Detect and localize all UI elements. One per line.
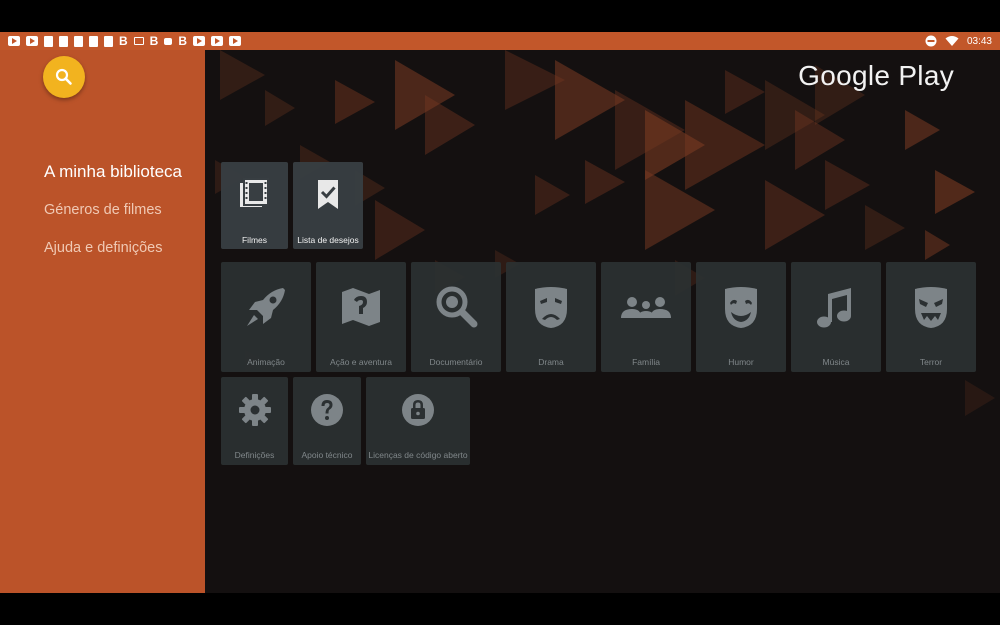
tile-label: Definições xyxy=(234,450,275,460)
genre-tile-horror[interactable]: Terror xyxy=(886,262,976,372)
happy-mask-icon xyxy=(725,287,757,328)
rocket-icon xyxy=(247,288,285,326)
genre-tile-drama[interactable]: Drama xyxy=(506,262,596,372)
document-icon xyxy=(104,35,113,47)
do-not-disturb-icon xyxy=(925,35,937,47)
tile-label: Lista de desejos xyxy=(297,235,359,245)
youtube-icon xyxy=(193,36,206,46)
library-tile-wishlist[interactable]: Lista de desejos xyxy=(293,162,363,249)
sad-mask-icon xyxy=(535,287,567,328)
wifi-icon xyxy=(945,36,959,46)
document-icon xyxy=(44,35,53,47)
map-icon xyxy=(342,288,380,326)
document-icon xyxy=(59,35,68,47)
magnifier-icon xyxy=(436,286,478,328)
tile-label: Documentário xyxy=(429,357,483,367)
search-icon xyxy=(55,68,72,85)
sidebar: A minha biblioteca Géneros de filmes Aju… xyxy=(0,50,205,593)
genre-tile-family[interactable]: Família xyxy=(601,262,691,372)
film-icon xyxy=(239,178,269,207)
library-tile-movies[interactable]: Filmes xyxy=(221,162,288,249)
youtube-icon xyxy=(229,36,242,46)
help-tile-licenses[interactable]: Licenças de código aberto xyxy=(366,377,470,465)
tile-label: Filmes xyxy=(241,235,268,245)
youtube-icon xyxy=(211,36,224,46)
tile-label: Humor xyxy=(728,357,754,367)
tile-label: Ação e aventura xyxy=(330,357,392,367)
youtube-icon xyxy=(26,36,38,46)
cast-icon xyxy=(133,37,144,45)
letterbox-top xyxy=(0,0,1000,32)
main-content: Google Play Filmes Lista de desejos Anim… xyxy=(205,50,1000,593)
google-play-logo: Google Play xyxy=(798,60,954,91)
help-tile-support[interactable]: Apoio técnico xyxy=(293,377,361,465)
sidebar-nav: A minha biblioteca Géneros de filmes Aju… xyxy=(44,162,182,276)
help-tile-settings[interactable]: Definições xyxy=(221,377,288,465)
question-icon xyxy=(311,394,343,426)
tile-label: Terror xyxy=(919,357,943,367)
music-note-icon xyxy=(817,288,851,328)
tile-label: Apoio técnico xyxy=(301,450,353,460)
bag-icon xyxy=(164,37,173,45)
tile-label: Família xyxy=(632,357,660,367)
genre-tile-action-adventure[interactable]: Ação e aventura xyxy=(316,262,406,372)
people-icon xyxy=(621,297,671,318)
lock-icon xyxy=(402,394,434,426)
sidebar-item-help-settings[interactable]: Ajuda e definições xyxy=(44,238,182,276)
notification-icons: B B B xyxy=(0,34,242,48)
tile-label: Música xyxy=(822,357,850,367)
document-icon xyxy=(89,35,98,47)
genre-tile-music[interactable]: Música xyxy=(791,262,881,372)
status-bar: B B B 03:43 xyxy=(0,32,1000,50)
genre-tile-humor[interactable]: Humor xyxy=(696,262,786,372)
sidebar-item-movie-genres[interactable]: Géneros de filmes xyxy=(44,200,182,238)
gear-icon xyxy=(238,394,271,426)
genre-tile-documentary[interactable]: Documentário xyxy=(411,262,501,372)
b-icon: B xyxy=(178,34,188,48)
letterbox-bottom xyxy=(0,593,1000,625)
youtube-icon xyxy=(8,36,20,46)
tile-label: Licenças de código aberto xyxy=(368,450,468,460)
tile-label: Animação xyxy=(247,357,285,367)
b-icon: B xyxy=(119,34,128,48)
bookmark-check-icon xyxy=(318,180,338,209)
tile-label: Drama xyxy=(538,357,564,367)
search-button[interactable] xyxy=(43,56,85,98)
b-icon: B xyxy=(149,34,159,48)
sidebar-item-my-library[interactable]: A minha biblioteca xyxy=(44,162,182,200)
scary-mask-icon xyxy=(915,287,947,328)
document-icon xyxy=(74,35,83,47)
clock: 03:43 xyxy=(966,35,992,47)
genre-tile-animation[interactable]: Animação xyxy=(221,262,311,372)
